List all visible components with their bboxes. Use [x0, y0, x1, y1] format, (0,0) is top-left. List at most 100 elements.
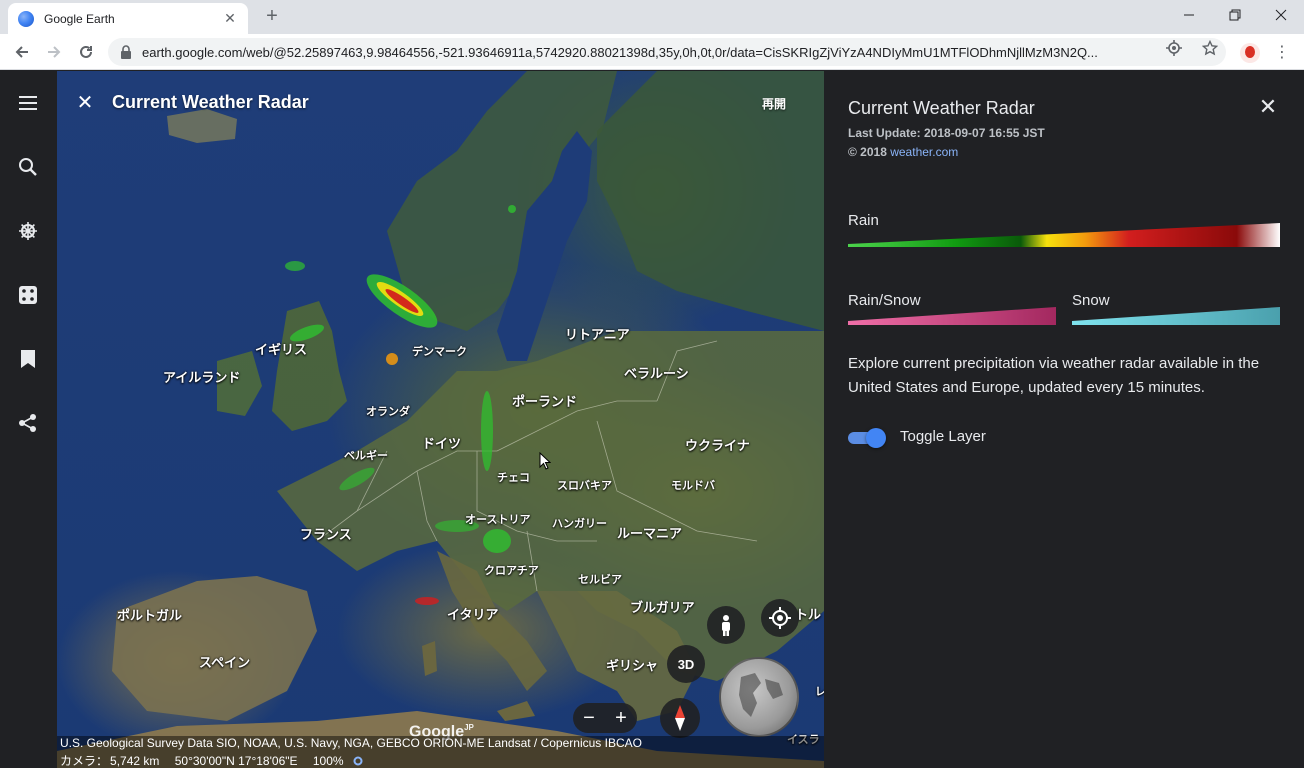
- copyright-text: © 2018: [848, 145, 887, 159]
- tab-google-earth[interactable]: Google Earth ✕: [8, 3, 248, 34]
- attribution-text[interactable]: U.S. Geological Survey Data SIO, NOAA, U…: [60, 736, 642, 750]
- panel-close-icon[interactable]: ✕: [1258, 96, 1278, 118]
- back-button[interactable]: [10, 40, 34, 64]
- replay-button[interactable]: 再開: [762, 95, 786, 112]
- tab-strip: Google Earth ✕ +: [0, 0, 1304, 34]
- hamburger-menu-icon: [19, 96, 37, 110]
- snow-color-ramp: [1072, 307, 1280, 325]
- share-icon: [19, 414, 36, 432]
- url-text[interactable]: earth.google.com/web/@52.25897463,9.9846…: [142, 45, 1152, 60]
- label-denmark: デンマーク: [412, 345, 467, 358]
- tab-close-icon[interactable]: ✕: [222, 10, 238, 27]
- toggle-layer-label[interactable]: Toggle Layer: [900, 428, 986, 445]
- reload-icon: [80, 45, 92, 58]
- profile-avatar[interactable]: [1240, 43, 1260, 63]
- label-germany: ドイツ: [422, 437, 462, 452]
- earth-nav-rail: [0, 71, 57, 768]
- label-bulgaria: ブルガリア: [630, 601, 695, 616]
- location-icon[interactable]: [1166, 40, 1182, 56]
- compass-icon: [675, 705, 685, 731]
- google-watermark-sup: JP: [464, 723, 474, 732]
- label-portugal: ポルトガル: [117, 609, 183, 624]
- bookmark-icon: [21, 350, 35, 368]
- tab-title: Google Earth: [44, 11, 115, 26]
- back-arrow-icon: [15, 46, 28, 58]
- layer-toggle-switch[interactable]: [848, 428, 886, 448]
- label-belarus: ベラルーシ: [624, 367, 689, 382]
- panel-title: Current Weather Radar: [848, 98, 1035, 118]
- menu-button[interactable]: [14, 89, 42, 117]
- label-ireland: アイルランド: [163, 371, 241, 386]
- globe-map-view[interactable]: ✕ Current Weather Radar 再開 アイルランド イギリス デ…: [57, 71, 824, 768]
- browser-menu-icon[interactable]: ⋮: [1274, 43, 1290, 63]
- label-serbia: セルビア: [578, 573, 622, 586]
- label-greece: ギリシャ: [606, 659, 659, 674]
- profile-icon: [1245, 46, 1255, 58]
- label-ukraine: ウクライナ: [685, 439, 750, 454]
- label-uk: イギリス: [255, 343, 308, 358]
- pegman-icon: [722, 615, 730, 636]
- google-earth-favicon-icon: [18, 10, 34, 27]
- dice-icon: [19, 286, 37, 304]
- label-spain: スペイン: [199, 656, 251, 671]
- label-croatia: クロアチア: [484, 564, 539, 577]
- label-romania: ルーマニア: [617, 527, 683, 542]
- feeling-lucky-button[interactable]: [14, 281, 42, 309]
- crosshair-icon: [769, 607, 791, 629]
- search-button[interactable]: [14, 153, 42, 181]
- minimize-icon: [1184, 14, 1194, 16]
- projects-button[interactable]: [14, 345, 42, 373]
- toggle-3d-button[interactable]: 3D: [667, 645, 705, 683]
- street-view-button[interactable]: [707, 606, 745, 644]
- copyright: © 2018 weather.com: [848, 145, 958, 159]
- label-hungary: ハンガリー: [552, 517, 607, 530]
- label-slovakia: スロバキア: [557, 479, 612, 492]
- forward-arrow-icon: [48, 46, 61, 58]
- toggle-knob: [866, 428, 886, 448]
- browser-toolbar: earth.google.com/web/@52.25897463,9.9846…: [0, 34, 1304, 70]
- label-belgium: ベルギー: [344, 449, 388, 462]
- label-turkey: トル: [795, 608, 822, 623]
- label-moldova: モルドバ: [671, 479, 715, 492]
- label-lebanon: レ: [815, 685, 824, 698]
- map-terrain: [57, 71, 824, 768]
- voyager-button[interactable]: [14, 217, 42, 245]
- share-button[interactable]: [14, 409, 42, 437]
- layer-info-panel: Current Weather Radar ✕ Last Update: 201…: [824, 71, 1304, 768]
- label-france: フランス: [300, 528, 352, 543]
- rain-snow-color-ramp: [848, 307, 1056, 325]
- label-netherlands: オランダ: [366, 405, 410, 418]
- weather-com-link[interactable]: weather.com: [890, 145, 958, 159]
- reload-button[interactable]: [74, 40, 98, 64]
- close-window-icon: [1275, 9, 1287, 21]
- close-window-button[interactable]: [1258, 0, 1304, 30]
- overview-globe[interactable]: [719, 657, 799, 737]
- restore-icon: [1229, 9, 1241, 21]
- label-czech: チェコ: [497, 471, 530, 484]
- layer-description: Explore current precipitation via weathe…: [848, 355, 1260, 396]
- label-lithuania: リトアニア: [565, 328, 630, 343]
- camera-altitude: 5,742 km: [110, 754, 160, 768]
- new-tab-button[interactable]: +: [260, 4, 284, 28]
- close-layer-icon[interactable]: ✕: [75, 93, 95, 113]
- zoom-in-button[interactable]: +: [615, 707, 627, 730]
- attribution-bar: U.S. Geological Survey Data SIO, NOAA, U…: [57, 736, 824, 768]
- bookmark-star-icon[interactable]: [1201, 39, 1219, 56]
- zoom-out-button[interactable]: −: [583, 707, 595, 730]
- label-poland: ポーランド: [512, 395, 578, 410]
- zoom-percent: 100%: [312, 754, 344, 768]
- address-bar[interactable]: earth.google.com/web/@52.25897463,9.9846…: [108, 38, 1226, 66]
- globe-icon: [739, 673, 783, 717]
- label-italy: イタリア: [447, 608, 499, 623]
- my-location-button[interactable]: [761, 599, 799, 637]
- loading-indicator-icon: [353, 756, 363, 766]
- last-update: Last Update: 2018-09-07 16:55 JST: [848, 126, 1045, 140]
- minimize-button[interactable]: [1166, 0, 1212, 30]
- map-layer-title: Current Weather Radar: [112, 92, 309, 112]
- camera-status: カメラ： 5,742 km 50°30'00"N 17°18'06"E 100%: [60, 752, 363, 768]
- compass-button[interactable]: [660, 698, 700, 738]
- mouse-cursor-icon: [539, 452, 551, 470]
- ship-wheel-icon: [19, 222, 37, 240]
- restore-button[interactable]: [1212, 0, 1258, 30]
- forward-button[interactable]: [42, 40, 66, 64]
